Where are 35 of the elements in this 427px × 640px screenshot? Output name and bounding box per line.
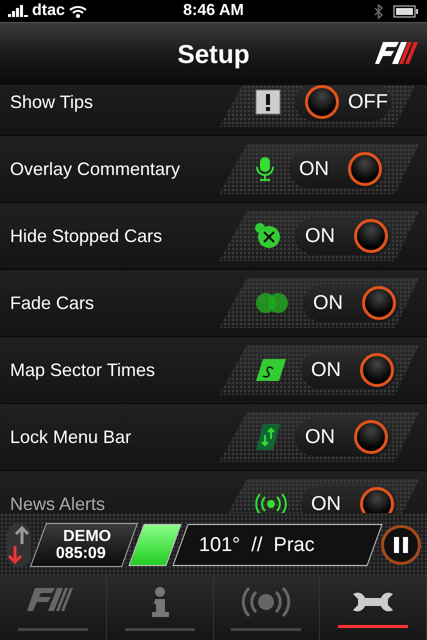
setting-label: News Alerts (10, 494, 106, 513)
status-time: 8:46 AM (182, 2, 245, 20)
setting-label: Map Sector Times (10, 360, 156, 380)
session-mode: DEMO (63, 528, 112, 544)
setting-label: Hide Stopped Cars (10, 226, 164, 246)
signal-icon (8, 5, 28, 17)
setting-label: Fade Cars (10, 292, 96, 314)
toggle-switch[interactable]: OFF (295, 85, 391, 121)
screen-title: Setup (177, 38, 250, 70)
flag-indicator (128, 524, 182, 566)
toggle-switch[interactable]: ON (301, 351, 397, 389)
overlapping-circles-icon (255, 292, 289, 314)
setting-label: Show Tips (10, 92, 94, 112)
sector-icon (255, 358, 287, 382)
pause-button[interactable] (381, 524, 421, 564)
toggle-switch[interactable]: ON (289, 150, 385, 188)
setting-label: Overlay Commentary (10, 158, 182, 180)
microphone-icon (255, 156, 275, 182)
arrows-icon (255, 423, 281, 451)
stopped-car-icon (255, 223, 281, 249)
exclamation-icon (255, 89, 281, 115)
up-down-arrows-icon[interactable] (6, 522, 32, 568)
broadcast-icon (241, 586, 292, 618)
carrier-name: dtac (32, 2, 65, 20)
toggle-switch[interactable]: ON (301, 485, 397, 513)
ticker: 101° // Prac (172, 524, 383, 566)
toggle-switch[interactable]: ON (295, 217, 391, 255)
broadcast-icon (255, 493, 287, 513)
toggle-switch[interactable]: ON (295, 418, 391, 456)
session-clock: 085:09 (56, 544, 106, 562)
bluetooth-icon (374, 4, 383, 18)
setting-label: Lock Menu Bar (10, 426, 132, 448)
wifi-icon (68, 4, 87, 18)
battery-icon (393, 4, 419, 18)
toggle-switch[interactable]: ON (303, 284, 399, 322)
